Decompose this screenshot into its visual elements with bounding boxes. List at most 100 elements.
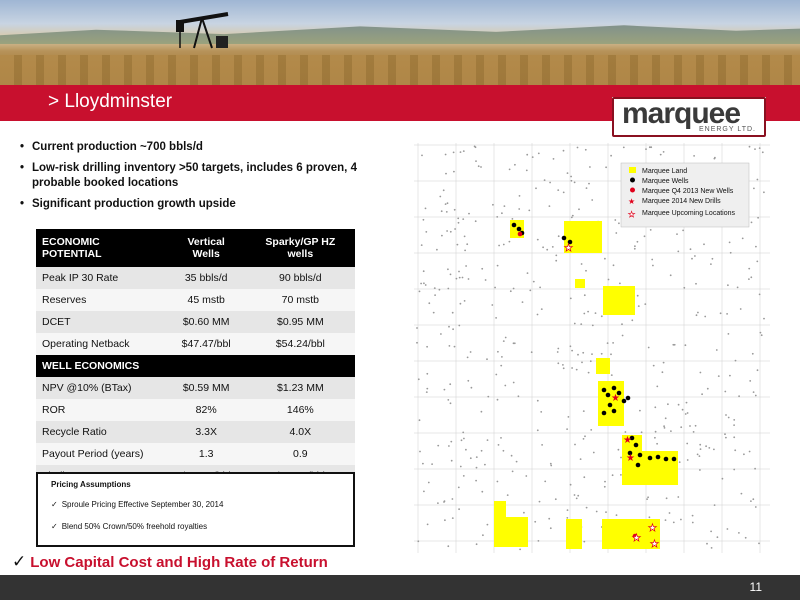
other-well-dot xyxy=(526,272,529,274)
other-well-dot xyxy=(417,378,420,381)
other-well-dot xyxy=(761,151,764,154)
table-cell: $47.47/bbl xyxy=(166,333,246,355)
other-well-dot xyxy=(756,369,759,372)
other-well-dot xyxy=(470,386,473,389)
checkmark-icon: ✓ xyxy=(51,500,58,509)
other-well-dot xyxy=(444,203,447,205)
other-well-dot xyxy=(420,244,423,246)
other-well-dot xyxy=(682,229,684,232)
other-well-dot xyxy=(529,289,532,292)
other-well-dot xyxy=(604,257,606,260)
other-well-dot xyxy=(504,336,507,339)
other-well-dot xyxy=(659,153,662,156)
other-well-dot xyxy=(734,359,737,362)
table-cell: ROR xyxy=(36,399,167,421)
star-outline-icon: ★ xyxy=(628,210,635,219)
other-well-dot xyxy=(512,287,515,290)
other-well-dot xyxy=(752,391,755,393)
land-parcel xyxy=(596,358,610,374)
hills xyxy=(0,25,800,44)
star-outline-icon: ★ xyxy=(564,243,573,254)
other-well-dot xyxy=(583,540,586,543)
other-well-dot xyxy=(715,349,718,351)
other-well-dot xyxy=(648,146,651,149)
other-well-dot xyxy=(557,347,560,350)
other-well-dot xyxy=(555,259,558,262)
other-well-dot xyxy=(457,221,460,224)
other-well-dot xyxy=(512,342,515,345)
conclusion-text: ✓ Low Capital Cost and High Rate of Retur… xyxy=(12,552,328,571)
other-well-dot xyxy=(535,187,537,190)
other-well-dot xyxy=(647,496,649,499)
table-cell: Reserves xyxy=(36,289,167,311)
other-well-dot xyxy=(752,498,755,501)
assumptions-title: Pricing Assumptions xyxy=(51,480,131,489)
other-well-dot xyxy=(440,333,442,335)
other-well-dot xyxy=(475,456,478,458)
marquee-well xyxy=(561,235,567,241)
table-cell: Operating Netback xyxy=(36,333,167,355)
other-well-dot xyxy=(484,463,486,466)
other-well-dot xyxy=(542,246,544,249)
other-well-dot xyxy=(468,212,470,215)
other-well-dot xyxy=(656,385,659,388)
other-well-dot xyxy=(447,268,449,271)
table-cell: 0.9 xyxy=(245,443,355,465)
other-well-dot xyxy=(477,165,480,168)
other-well-dot xyxy=(428,302,431,305)
other-well-dot xyxy=(710,547,713,549)
other-well-dot xyxy=(592,451,595,454)
other-well-dot xyxy=(734,449,737,452)
bullet-dot-icon: • xyxy=(20,141,25,153)
logo-frame: marquee ENERGY LTD. xyxy=(612,97,766,137)
economics-table: ECONOMIC POTENTIAL Vertical Wells Sparky… xyxy=(36,229,355,487)
other-well-dot xyxy=(575,368,578,371)
other-well-dot xyxy=(703,243,705,246)
pricing-assumptions-box: Pricing Assumptions ✓ Sproule Pricing Eff… xyxy=(36,472,355,547)
other-well-dot xyxy=(654,406,657,409)
other-well-dot xyxy=(680,518,682,521)
bullet-item: • Current production ~700 bbls/d xyxy=(20,141,203,153)
other-well-dot xyxy=(582,410,585,412)
other-well-dot xyxy=(680,426,683,429)
other-well-dot xyxy=(576,146,579,149)
other-well-dot xyxy=(571,367,573,369)
marquee-well xyxy=(601,387,607,393)
other-well-dot xyxy=(496,480,499,483)
other-well-dot xyxy=(446,202,449,205)
other-well-dot xyxy=(748,450,751,453)
other-well-dot xyxy=(557,235,560,238)
land-parcel xyxy=(575,279,585,288)
other-well-dot xyxy=(448,345,451,347)
other-well-dot xyxy=(508,240,511,243)
table-cell: $0.60 MM xyxy=(166,311,246,333)
other-well-dot xyxy=(416,327,418,329)
assumption-item: ✓ Blend 50% Crown/50% freehold royalties xyxy=(51,522,208,531)
other-well-dot xyxy=(648,516,651,519)
other-well-dot xyxy=(418,290,421,293)
other-well-dot xyxy=(534,520,537,523)
other-well-dot xyxy=(754,148,756,150)
other-well-dot xyxy=(417,540,420,543)
other-well-dot xyxy=(729,251,732,254)
other-well-dot xyxy=(518,208,521,210)
other-well-dot xyxy=(617,448,620,451)
other-well-dot xyxy=(536,313,539,316)
other-well-dot xyxy=(582,438,585,440)
other-well-dot xyxy=(615,232,618,234)
other-well-dot xyxy=(475,466,478,469)
other-well-dot xyxy=(438,288,441,291)
other-well-dot xyxy=(684,344,687,347)
other-well-dot xyxy=(450,459,453,462)
other-well-dot xyxy=(480,166,482,168)
other-well-dot xyxy=(750,221,753,224)
other-well-dot xyxy=(447,287,450,290)
other-well-dot xyxy=(441,234,443,237)
other-well-dot xyxy=(577,494,580,497)
other-well-dot xyxy=(669,274,672,277)
other-well-dot xyxy=(678,461,681,463)
other-well-dot xyxy=(455,277,458,280)
other-well-dot xyxy=(546,248,549,251)
other-well-dot xyxy=(498,244,500,247)
other-well-dot xyxy=(633,247,636,250)
